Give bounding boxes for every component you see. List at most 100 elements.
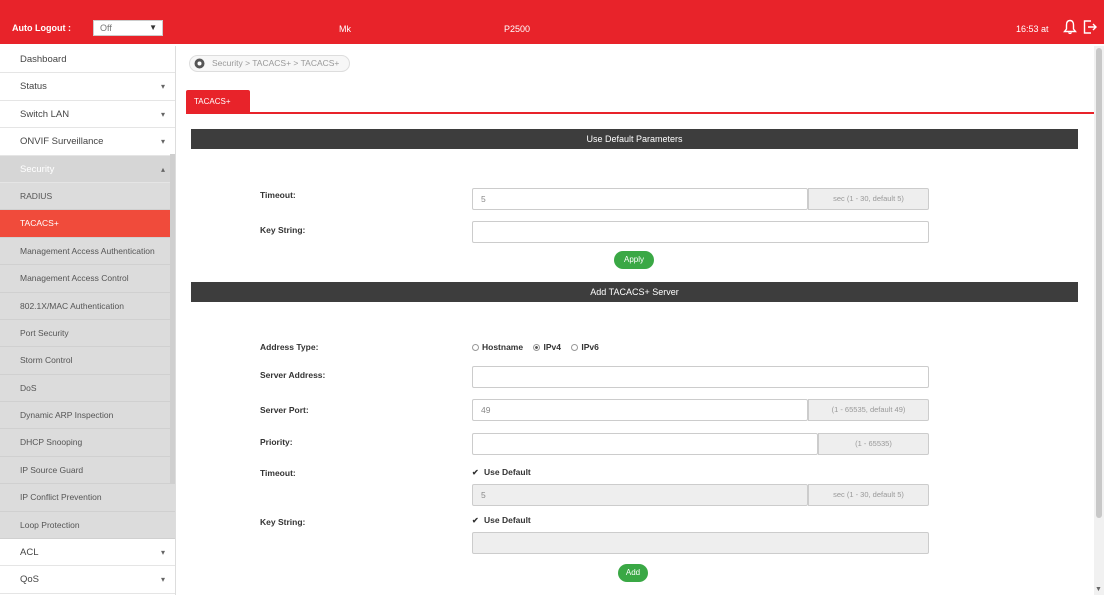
checkmark-icon: ✔ <box>472 516 479 525</box>
sidebar-item-qos[interactable]: QoS ▾ <box>0 566 175 594</box>
sidebar-item-dhcp-snooping[interactable]: DHCP Snooping <box>0 429 175 457</box>
sidebar-item-label: 802.1X/MAC Authentication <box>20 300 124 311</box>
priority-label: Priority: <box>260 437 293 447</box>
sidebar-item-mgmt-access-control[interactable]: Management Access Control <box>0 265 175 293</box>
sidebar-item-dashboard[interactable]: Dashboard <box>0 46 175 74</box>
checkbox-label: Use Default <box>484 515 531 525</box>
sidebar-item-label: Switch LAN <box>20 108 70 120</box>
address-type-label: Address Type: <box>260 342 319 352</box>
key-string-field[interactable] <box>472 221 929 243</box>
chevron-down-icon[interactable]: ▼ <box>1095 586 1102 593</box>
sidebar-item-security[interactable]: Security ▴ <box>0 155 175 183</box>
sidebar-item-label: Storm Control <box>20 355 73 366</box>
sidebar-item-8021x[interactable]: 802.1X/MAC Authentication <box>0 292 175 320</box>
logout-icon[interactable] <box>1082 19 1098 35</box>
auto-logout-label: Auto Logout : <box>12 23 71 33</box>
server-address-field[interactable] <box>472 366 929 388</box>
timeout-field[interactable]: 5 <box>472 188 808 210</box>
device-model: P2500 <box>504 24 531 34</box>
sidebar-item-loop-protection[interactable]: Loop Protection <box>0 511 175 540</box>
radio-ipv4[interactable]: IPv4 <box>533 342 561 352</box>
chevron-down-icon: ▼ <box>149 23 157 32</box>
server-timeout-label: Timeout: <box>260 468 296 478</box>
sidebar: Dashboard Status ▾ Switch LAN ▾ ONVIF Surv… <box>0 46 176 595</box>
sidebar-item-label: Management Access Authentication <box>20 245 155 256</box>
server-port-hint: (1 - 65535, default 49) <box>808 399 929 421</box>
sidebar-item-radius[interactable]: RADIUS <box>0 182 175 211</box>
sidebar-item-acl[interactable]: ACL ▾ <box>0 539 175 567</box>
radio-label: Hostname <box>482 342 524 352</box>
server-key-field <box>472 532 929 554</box>
sidebar-item-label: TACACS+ <box>20 218 59 229</box>
server-timeout-hint: sec (1 - 30, default 5) <box>808 484 929 506</box>
auto-logout-select[interactable]: Off ▼ <box>93 20 163 36</box>
sidebar-item-label: IP Source Guard <box>20 464 84 475</box>
radio-hostname[interactable]: Hostname <box>472 342 523 352</box>
shield-icon <box>194 58 205 69</box>
sidebar-item-label: Status <box>20 81 47 93</box>
top-bar: Auto Logout : Off ▼ Mk P2500 16:53 at <box>0 0 1104 44</box>
sidebar-item-label: Dynamic ARP Inspection <box>20 410 114 421</box>
checkmark-icon: ✔ <box>472 468 479 477</box>
main-content: Security > TACACS+ > TACACS+ TACACS+ Use… <box>176 46 1104 595</box>
tab-tacacs[interactable]: TACACS+ <box>186 90 250 114</box>
priority-field[interactable] <box>472 433 818 455</box>
sidebar-item-onvif[interactable]: ONVIF Surveillance ▾ <box>0 128 175 156</box>
server-address-label: Server Address: <box>260 370 326 380</box>
priority-hint: (1 - 65535) <box>818 433 929 455</box>
clock-time: 16:53 at <box>1016 24 1049 34</box>
chevron-down-icon: ▾ <box>160 575 165 585</box>
radio-icon <box>472 344 479 351</box>
sidebar-item-storm-control[interactable]: Storm Control <box>0 347 175 375</box>
sidebar-item-dai[interactable]: Dynamic ARP Inspection <box>0 402 175 430</box>
sidebar-item-tacacs[interactable]: TACACS+ <box>0 210 175 238</box>
server-key-label: Key String: <box>260 517 306 527</box>
key-string-label: Key String: <box>260 225 306 235</box>
sidebar-item-port-security[interactable]: Port Security <box>0 319 175 348</box>
sidebar-scrollbar[interactable] <box>170 154 175 484</box>
bell-icon[interactable] <box>1063 19 1077 35</box>
scrollbar-thumb[interactable] <box>1096 48 1102 518</box>
sidebar-item-label: ONVIF Surveillance <box>20 136 104 148</box>
chevron-up-icon: ▴ <box>160 164 165 174</box>
sidebar-item-label: Dashboard <box>20 54 67 65</box>
sidebar-item-label: ACL <box>20 547 39 559</box>
sidebar-item-label: QoS <box>20 574 40 586</box>
key-use-default-checkbox[interactable]: ✔ Use Default <box>472 515 531 525</box>
sidebar-item-status[interactable]: Status ▾ <box>0 73 175 101</box>
radio-icon <box>571 344 579 351</box>
sidebar-item-switch-lan[interactable]: Switch LAN ▾ <box>0 100 175 129</box>
radio-ipv6[interactable]: IPv6 <box>571 342 599 352</box>
apply-button[interactable]: Apply <box>614 251 654 269</box>
sidebar-item-mgmt-auth[interactable]: Management Access Authentication <box>0 237 175 266</box>
sidebar-item-ip-conflict[interactable]: IP Conflict Prevention <box>0 484 175 512</box>
host-name: Mk <box>339 24 351 34</box>
radio-label: IPv6 <box>581 342 599 352</box>
chevron-down-icon: ▾ <box>160 109 165 119</box>
timeout-hint: sec (1 - 30, default 5) <box>808 188 929 210</box>
radio-label: IPv4 <box>543 342 561 352</box>
chevron-down-icon: ▾ <box>160 548 165 558</box>
sidebar-item-label: DHCP Snooping <box>20 437 83 448</box>
chevron-down-icon: ▾ <box>160 137 165 147</box>
server-port-label: Server Port: <box>260 405 309 415</box>
sidebar-item-label: Port Security <box>20 327 69 338</box>
checkbox-label: Use Default <box>484 467 531 477</box>
sidebar-item-label: IP Conflict Prevention <box>20 492 102 503</box>
server-timeout-field: 5 <box>472 484 808 506</box>
page-scrollbar[interactable]: ▼ <box>1094 46 1104 595</box>
sidebar-item-label: Management Access Control <box>20 273 129 284</box>
timeout-use-default-checkbox[interactable]: ✔ Use Default <box>472 467 531 477</box>
sidebar-item-label: Loop Protection <box>20 519 80 530</box>
add-button[interactable]: Add <box>618 564 648 582</box>
default-params-header: Use Default Parameters <box>191 129 1078 149</box>
chevron-down-icon: ▾ <box>160 82 165 92</box>
sidebar-item-dos[interactable]: DoS <box>0 374 175 403</box>
add-server-header: Add TACACS+ Server <box>191 282 1078 302</box>
address-type-radios: Hostname IPv4 IPv6 <box>472 342 607 352</box>
sidebar-item-ip-source-guard[interactable]: IP Source Guard <box>0 456 175 485</box>
breadcrumb: Security > TACACS+ > TACACS+ <box>189 55 351 72</box>
tab-strip: TACACS+ <box>186 88 1104 114</box>
server-port-field[interactable]: 49 <box>472 399 808 421</box>
sidebar-item-label: Security <box>20 163 55 175</box>
